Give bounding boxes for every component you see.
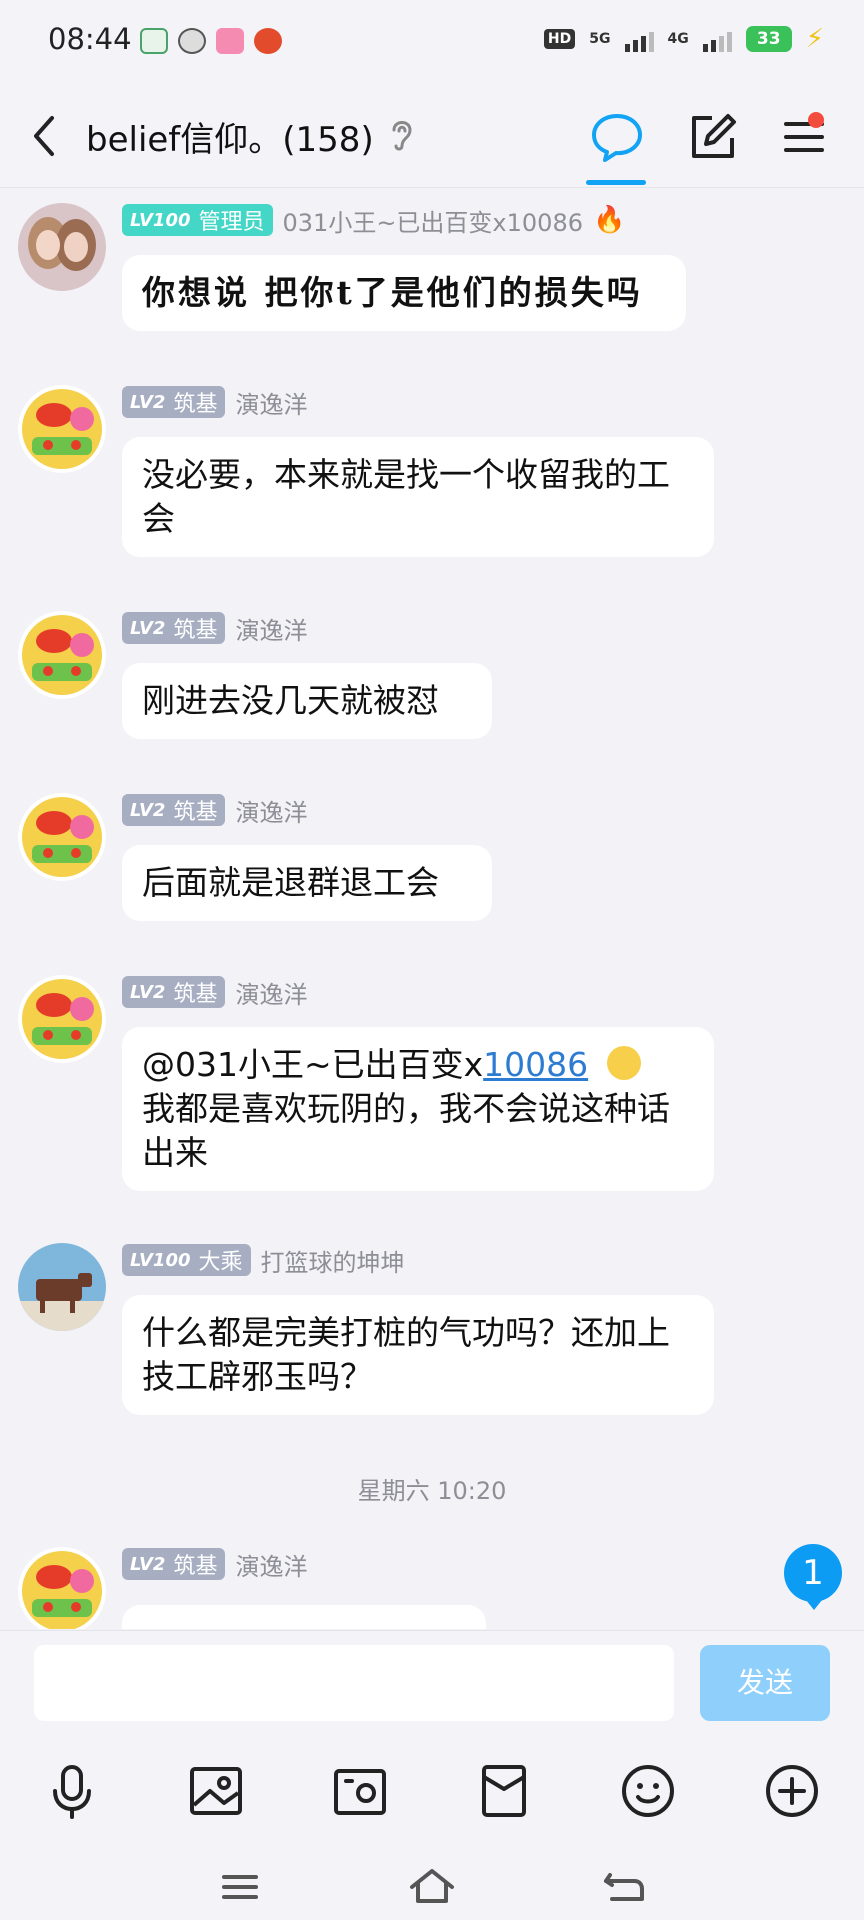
emoji-icon[interactable] [612,1755,684,1827]
sender-meta: LV2 筑基 演逸洋 [122,975,307,1009]
app-notification-icon [140,28,168,54]
signal-5g-label: 5G [589,31,611,47]
mention[interactable]: @031小王~已出百变x [142,1045,483,1084]
timestamp: 星期六 10:20 [357,1477,507,1505]
edit-note-icon[interactable] [682,106,744,168]
level-badge: LV100 大乘 [122,1244,251,1276]
image-icon[interactable] [180,1755,252,1827]
input-toolbar [0,1747,864,1837]
group-title[interactable]: belief信仰。(158) [86,112,374,161]
signal-4g-label: 4G [667,31,689,47]
avatar[interactable] [18,1547,106,1629]
unread-count-badge[interactable]: 1 [784,1544,842,1610]
sender-nickname[interactable]: 演逸洋 [235,793,307,828]
signal-5g-icon [624,26,654,52]
notification-icons [140,28,282,54]
chat-header: belief信仰。(158) [0,84,864,188]
recent-apps-icon[interactable] [212,1859,268,1915]
message-item: LV2 筑基 演逸洋 [0,1547,864,1629]
red-packet-icon[interactable] [468,1755,540,1827]
add-icon[interactable] [756,1755,828,1827]
home-icon[interactable] [404,1859,460,1915]
level-badge: LV2 筑基 [122,386,226,418]
message-item: LV100 管理员 031小王~已出百变x10086 🔥 你想说 把你t了是他们的… [0,203,864,343]
send-button[interactable]: 发送 [700,1645,830,1721]
message-item: LV2 筑基 演逸洋 刚进去没几天就被怼 [0,611,864,751]
message-item: LV100 大乘 打篮球的坤坤 什么都是完美打桩的气功吗？还加上技工辟邪玉吗？ [0,1243,864,1443]
sender-nickname[interactable]: 031小王~已出百变x10086 [283,203,583,238]
message-bubble[interactable]: 你想说 把你t了是他们的损失吗 [122,255,686,331]
input-area: 发送 [0,1630,864,1920]
sender-nickname[interactable]: 演逸洋 [235,1547,307,1582]
avatar[interactable] [18,385,106,473]
microphone-icon[interactable] [36,1755,108,1827]
hd-icon: HD [543,29,576,49]
back-button[interactable] [22,108,72,164]
sender-nickname[interactable]: 演逸洋 [235,975,307,1010]
sender-meta: LV2 筑基 演逸洋 [122,385,307,419]
message-text: 我都是喜欢玩阴的，我不会说这种话出来 [142,1089,670,1172]
level-badge: LV2 筑基 [122,976,226,1008]
clock: 08:44 [48,22,132,56]
level-badge: LV2 筑基 [122,1548,226,1580]
message-bubble[interactable]: 什么都是完美打桩的气功吗？还加上技工辟邪玉吗？ [122,1295,714,1415]
signal-4g-icon [702,26,732,52]
app-notification-icon [254,28,282,54]
smirk-emoji-icon [606,1046,641,1080]
ear-icon[interactable] [386,114,416,154]
sender-meta: LV2 筑基 演逸洋 [122,1547,307,1581]
app-notification-icon [178,28,206,54]
mention-link[interactable]: 10086 [483,1045,588,1084]
level-badge: LV2 筑基 [122,794,226,826]
avatar[interactable] [18,203,106,291]
camera-icon[interactable] [324,1755,396,1827]
avatar[interactable] [18,611,106,699]
message-input[interactable] [34,1645,674,1721]
message-item: LV2 筑基 演逸洋 @031小王~已出百变x10086 我都是喜欢玩阴的，我不会… [0,975,864,1211]
menu-icon[interactable] [774,106,836,168]
sender-meta: LV100 管理员 031小王~已出百变x10086 🔥 [122,203,625,237]
sender-nickname[interactable]: 演逸洋 [235,385,307,420]
chat-bubble-icon[interactable] [586,106,648,168]
sender-nickname[interactable]: 演逸洋 [235,611,307,646]
message-bubble[interactable] [122,1605,486,1629]
avatar[interactable] [18,793,106,881]
message-bubble[interactable]: 没必要，本来就是找一个收留我的工会 [122,437,714,557]
message-item: LV2 筑基 演逸洋 后面就是退群退工会 [0,793,864,933]
level-badge: LV2 筑基 [122,612,226,644]
fire-icon: 🔥 [592,205,626,235]
sender-nickname[interactable]: 打篮球的坤坤 [261,1243,405,1278]
message-bubble[interactable]: 后面就是退群退工会 [122,845,492,921]
message-item: LV2 筑基 演逸洋 没必要，本来就是找一个收留我的工会 [0,385,864,575]
avatar[interactable] [18,975,106,1063]
sender-meta: LV2 筑基 演逸洋 [122,793,307,827]
sender-meta: LV100 大乘 打篮球的坤坤 [122,1243,405,1277]
message-bubble[interactable]: 刚进去没几天就被怼 [122,663,492,739]
level-badge: LV100 管理员 [122,204,273,236]
message-list[interactable]: LV100 管理员 031小王~已出百变x10086 🔥 你想说 把你t了是他们的… [0,189,864,1629]
system-nav-bar [0,1853,864,1920]
battery-icon: 33 [745,26,792,52]
status-bar: 08:44 HD 5G 4G 33 ⚡ [0,0,864,84]
sender-meta: LV2 筑基 演逸洋 [122,611,307,645]
active-tab-indicator [586,180,646,185]
system-icons: HD 5G 4G 33 ⚡ [543,24,824,54]
back-nav-icon[interactable] [596,1859,652,1915]
message-bubble[interactable]: @031小王~已出百变x10086 我都是喜欢玩阴的，我不会说这种话出来 [122,1027,714,1191]
charging-icon: ⚡ [805,24,824,54]
notification-dot [808,112,824,128]
bilibili-icon [216,28,244,54]
avatar[interactable] [18,1243,106,1331]
